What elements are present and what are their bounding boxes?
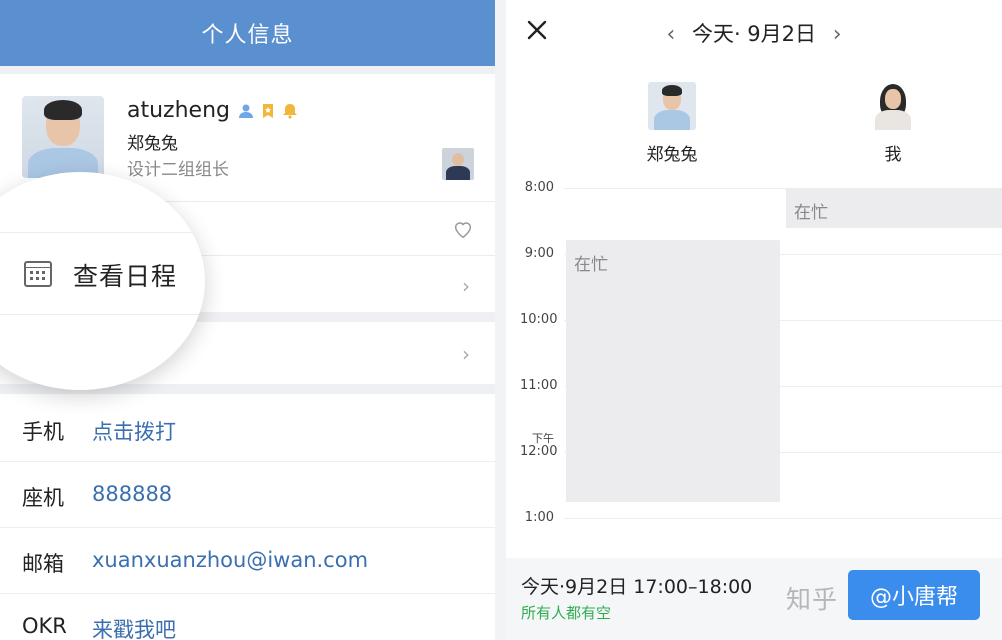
email-link[interactable]: xuanxuanzhou@iwan.com: [92, 548, 368, 572]
watermark: 知乎: [786, 585, 839, 614]
footer-bar: 今天·9月2日 17:00–18:00 所有人都有空 @小唐帮 知乎: [506, 558, 1002, 640]
schedule-grid[interactable]: 8:00 9:00 10:00 11:00 下午 12:00 1:00 在忙 在…: [506, 180, 1002, 558]
time-label: 1:00: [524, 510, 554, 525]
person-icon: [239, 104, 253, 118]
participant-name: 郑兔兔: [646, 145, 698, 165]
time-label: 11:00: [520, 378, 558, 393]
bookmark-star-icon: [263, 103, 273, 118]
contact-row-okr[interactable]: OKR 来戳我吧: [0, 594, 495, 640]
view-schedule-button[interactable]: 查看日程: [73, 257, 177, 293]
busy-block-zhengtutu[interactable]: 在忙: [566, 240, 780, 502]
app-root: 个人信息 atuzheng 郑兔兔 设计二组组长 › › 手机 点击拨打 座机 …: [0, 0, 1002, 640]
avatar: [648, 82, 696, 130]
close-icon[interactable]: [526, 18, 550, 46]
chevron-right-icon: ›: [462, 342, 470, 366]
profile-panel: 个人信息 atuzheng 郑兔兔 设计二组组长 › › 手机 点击拨打 座机 …: [0, 0, 495, 640]
section-divider: [0, 66, 495, 74]
user-account: atuzheng: [127, 98, 298, 123]
contact-label: OKR: [22, 614, 67, 638]
chevron-left-icon[interactable]: ‹: [666, 22, 675, 47]
participant-me[interactable]: 我: [858, 82, 928, 165]
bell-icon: [283, 103, 297, 119]
date-title: 今天· 9月2日: [691, 22, 817, 46]
badge-group: [238, 103, 298, 119]
contact-row-email[interactable]: 邮箱 xuanxuanzhou@iwan.com: [0, 528, 495, 594]
availability-status: 所有人都有空: [521, 604, 612, 622]
busy-block-me[interactable]: 在忙: [786, 188, 1002, 228]
contact-row-phone[interactable]: 手机 点击拨打: [0, 396, 495, 462]
contact-label: 邮箱: [22, 552, 64, 576]
chevron-right-icon[interactable]: ›: [833, 22, 842, 47]
heart-icon[interactable]: [452, 218, 474, 240]
time-label: 9:00: [524, 246, 554, 261]
time-label: 12:00: [520, 444, 558, 459]
hour-line: [564, 518, 1002, 519]
okr-link[interactable]: 来戳我吧: [92, 614, 176, 640]
selected-slot: 今天·9月2日 17:00–18:00: [521, 576, 753, 598]
participant-name: 我: [884, 145, 902, 165]
time-label: 10:00: [520, 312, 558, 327]
user-account-text: atuzheng: [127, 98, 230, 123]
calendar-panel: ‹ 今天· 9月2日 › 郑兔兔 我 8:00 9:00 10:00 11:00…: [506, 0, 1002, 640]
page-title: 个人信息: [0, 0, 495, 66]
avatar: [869, 82, 917, 130]
user-position: 设计二组组长: [127, 160, 229, 180]
date-navigator: ‹ 今天· 9月2日 ›: [506, 18, 1002, 48]
chevron-right-icon: ›: [462, 274, 470, 298]
qr-avatar-thumbnail[interactable]: [442, 148, 474, 180]
create-meeting-button[interactable]: @小唐帮: [848, 570, 980, 620]
calendar-icon: [24, 261, 52, 287]
contact-label: 座机: [22, 486, 64, 510]
avatar[interactable]: [22, 96, 104, 178]
call-link[interactable]: 点击拨打: [92, 416, 176, 446]
landline-link[interactable]: 888888: [92, 482, 172, 506]
time-label: 8:00: [524, 180, 554, 195]
user-nickname: 郑兔兔: [127, 134, 178, 154]
contact-label: 手机: [22, 420, 64, 444]
participant-zhengtutu[interactable]: 郑兔兔: [637, 82, 707, 165]
contact-row-landline[interactable]: 座机 888888: [0, 462, 495, 528]
